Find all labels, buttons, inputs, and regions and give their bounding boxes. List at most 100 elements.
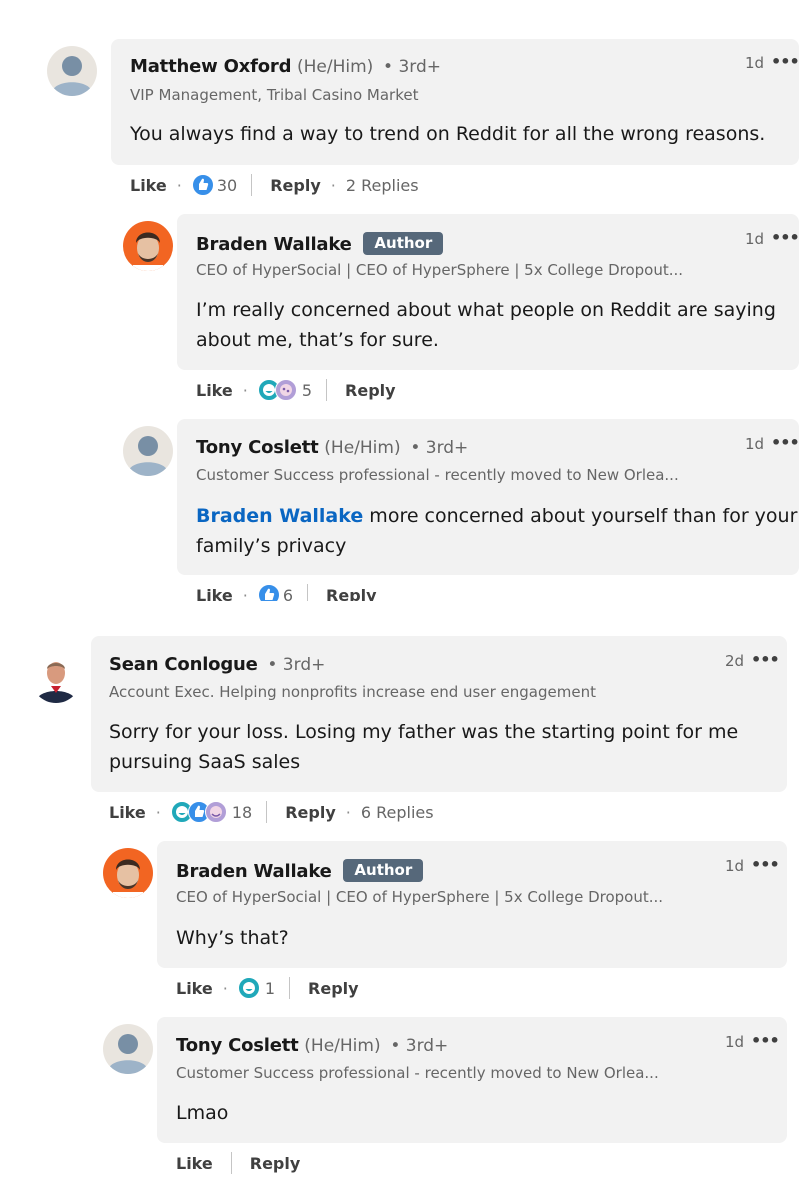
reaction-count[interactable]: 30 <box>217 176 237 195</box>
support-reaction-icon <box>204 801 227 823</box>
replies-link[interactable]: 6 Replies <box>361 803 434 822</box>
more-options-icon[interactable]: ••• <box>771 52 799 71</box>
more-options-icon[interactable]: ••• <box>751 1031 780 1050</box>
comment-text: Braden Wallake more concerned about your… <box>196 501 797 531</box>
reactions[interactable] <box>257 584 280 601</box>
avatar[interactable] <box>103 1024 153 1074</box>
like-reaction-icon <box>191 174 214 196</box>
avatar[interactable] <box>123 221 173 271</box>
comment-text-line2: pursuing SaaS sales <box>109 751 301 773</box>
avatar[interactable] <box>123 426 173 476</box>
funny-reaction-icon <box>237 977 260 999</box>
replies-link[interactable]: 2 Replies <box>346 176 419 195</box>
reactions[interactable] <box>191 174 214 196</box>
avatar[interactable] <box>47 46 97 96</box>
comment-actions: Like · 30 Reply · 2 Replies <box>130 173 419 197</box>
comment-text-body: more concerned about yourself than for y… <box>363 505 798 527</box>
profile-photo-icon <box>31 653 81 703</box>
reactions[interactable] <box>170 801 227 823</box>
like-button[interactable]: Like <box>196 381 233 400</box>
commenter-headline: VIP Management, Tribal Casino Market <box>130 86 419 104</box>
reply-button[interactable]: Reply <box>308 979 359 998</box>
like-button[interactable]: Like <box>176 979 213 998</box>
divider <box>307 584 309 601</box>
reply-button[interactable]: Reply <box>326 586 377 602</box>
separator-dot: · <box>176 175 182 195</box>
commenter-headline: Customer Success professional - recently… <box>176 1064 659 1082</box>
divider <box>251 174 253 196</box>
connection-degree: • 3rd+ <box>383 57 442 77</box>
reaction-count[interactable]: 6 <box>283 586 293 602</box>
commenter-name[interactable]: Tony Coslett <box>196 437 319 458</box>
default-avatar-icon <box>103 1024 153 1074</box>
profile-photo-icon <box>103 848 153 898</box>
separator-dot: · <box>155 802 161 822</box>
pronoun: (He/Him) <box>304 1036 381 1056</box>
commenter-line: Braden Wallake Author <box>176 859 424 882</box>
support-reaction-icon <box>274 379 297 401</box>
comment-timestamp: 2d <box>725 652 745 670</box>
commenter-line: Tony Coslett (He/Him) • 3rd+ <box>176 1035 448 1056</box>
divider <box>230 1152 232 1174</box>
like-button[interactable]: Like <box>196 586 233 602</box>
more-options-icon[interactable]: ••• <box>771 433 799 452</box>
commenter-headline: CEO of HyperSocial | CEO of HyperSphere … <box>176 888 664 906</box>
reply-button[interactable]: Reply <box>345 381 396 400</box>
commenter-line: Tony Coslett (He/Him) • 3rd+ <box>196 437 468 458</box>
comment-text: You always find a way to trend on Reddit… <box>130 123 766 145</box>
commenter-line: Sean Conlogue • 3rd+ <box>109 654 325 675</box>
comment-timestamp: 1d <box>745 435 765 453</box>
commenter-name[interactable]: Sean Conlogue <box>109 654 258 675</box>
commenter-name[interactable]: Matthew Oxford <box>130 56 291 77</box>
separator-dot: · <box>330 175 336 195</box>
like-button[interactable]: Like <box>109 803 146 822</box>
reactions[interactable] <box>257 379 297 401</box>
like-button[interactable]: Like <box>176 1154 213 1173</box>
reactions[interactable] <box>237 977 260 999</box>
avatar[interactable] <box>31 653 81 703</box>
separator-dot: · <box>242 585 248 602</box>
comment-timestamp: 1d <box>745 230 765 248</box>
pronoun: (He/Him) <box>297 57 374 77</box>
comment-text: Lmao <box>176 1102 229 1124</box>
comment-actions: Like · 6 Reply <box>196 583 377 601</box>
reply-button[interactable]: Reply <box>270 176 321 195</box>
reaction-count[interactable]: 18 <box>232 803 252 822</box>
divider <box>326 379 328 401</box>
like-button[interactable]: Like <box>130 176 167 195</box>
clipped-actions-region: Like · 6 Reply <box>0 583 799 601</box>
reaction-count[interactable]: 1 <box>265 979 275 998</box>
comment-timestamp: 1d <box>745 54 765 72</box>
author-badge: Author <box>363 232 444 255</box>
more-options-icon[interactable]: ••• <box>751 855 780 874</box>
commenter-name[interactable]: Braden Wallake <box>176 861 332 882</box>
default-avatar-icon <box>123 426 173 476</box>
comment-text-line2: about me, that’s for sure. <box>196 329 439 351</box>
avatar[interactable] <box>103 848 153 898</box>
mention-link[interactable]: Braden Wallake <box>196 505 363 527</box>
commenter-name[interactable]: Tony Coslett <box>176 1035 299 1056</box>
more-options-icon[interactable]: ••• <box>751 650 780 669</box>
commenter-headline: Account Exec. Helping nonprofits increas… <box>109 683 596 701</box>
reaction-count[interactable]: 5 <box>302 381 312 400</box>
like-reaction-icon <box>257 584 280 601</box>
separator-dot: · <box>345 802 351 822</box>
separator-dot: · <box>242 380 248 400</box>
comment-text: Why’s that? <box>176 927 289 949</box>
reply-button[interactable]: Reply <box>250 1154 301 1173</box>
divider <box>289 977 291 999</box>
reply-button[interactable]: Reply <box>285 803 336 822</box>
commenter-line: Braden Wallake Author <box>196 232 444 255</box>
separator-dot: · <box>222 978 228 998</box>
comment-text: I’m really concerned about what people o… <box>196 299 776 321</box>
commenter-name[interactable]: Braden Wallake <box>196 234 352 255</box>
comment-actions: Like Reply <box>176 1151 300 1175</box>
comment-actions: Like · 18 Reply · 6 Replies <box>109 800 434 824</box>
pronoun: (He/Him) <box>324 438 401 458</box>
profile-photo-icon <box>123 221 173 271</box>
comment-actions: Like · 5 Reply <box>196 378 396 402</box>
comment-timestamp: 1d <box>725 1033 745 1051</box>
commenter-headline: CEO of HyperSocial | CEO of HyperSphere … <box>196 261 684 279</box>
author-badge: Author <box>343 859 424 882</box>
more-options-icon[interactable]: ••• <box>771 228 799 247</box>
